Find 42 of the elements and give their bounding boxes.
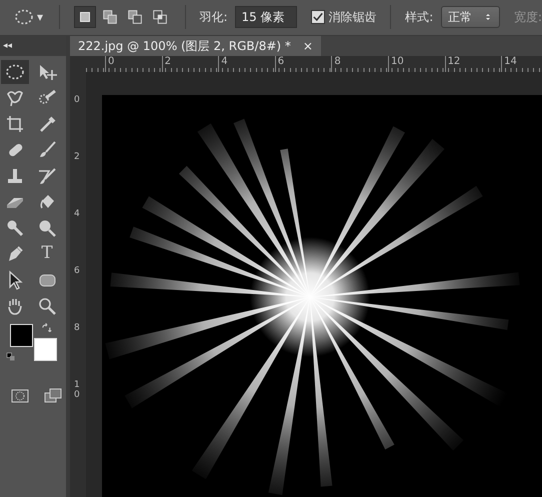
brush-icon — [37, 140, 57, 160]
width-label: 宽度: — [514, 9, 542, 26]
zoom-icon — [37, 296, 57, 316]
overlapping-squares-icon — [150, 8, 169, 26]
feather-field[interactable]: 15 像素 — [235, 6, 298, 28]
brush-icon — [37, 166, 57, 186]
document-tab[interactable]: 222.jpg @ 100% (图层 2, RGB/8#) * × — [70, 36, 321, 56]
ruler-label: 4 — [218, 56, 275, 72]
default-colors-icon[interactable] — [6, 352, 16, 362]
ruler-label: 2 — [74, 152, 81, 164]
ruler-label: 0 — [105, 56, 162, 72]
foreground-color-swatch[interactable] — [10, 324, 33, 347]
feather-label: 羽化: — [199, 9, 228, 26]
collapse-panel-button[interactable]: ◂◂ — [0, 36, 66, 56]
ruler-label: 2 — [162, 56, 218, 72]
magnifier-icon — [37, 218, 57, 238]
ruler-label: 10 — [388, 56, 445, 72]
antialias-label: 消除锯齿 — [328, 9, 376, 26]
ruler-label: 12 — [444, 56, 502, 72]
ellipse-icon — [5, 62, 25, 82]
ruler-label: 6 — [74, 266, 81, 278]
tool-button[interactable]: T — [33, 242, 61, 266]
ruler-label: 0 — [74, 96, 81, 107]
ruler-label: 4 — [74, 210, 81, 221]
style-dropdown[interactable]: 正常 — [441, 6, 500, 28]
close-button[interactable]: × — [302, 36, 313, 56]
selection-mode-button[interactable] — [74, 6, 96, 28]
ellipse-icon — [14, 7, 34, 28]
overlapping-squares-icon — [126, 8, 144, 26]
tool-button[interactable] — [1, 60, 29, 84]
style-label: 样式: — [405, 9, 434, 26]
ruler-label: 14 — [501, 56, 542, 72]
background-color-swatch[interactable] — [34, 338, 57, 361]
caret-icon: ▾ — [37, 8, 44, 26]
crop-icon — [5, 114, 25, 134]
antialias-checkbox[interactable] — [311, 10, 326, 24]
ruler-label: 6 — [274, 56, 332, 72]
ruler-label: 8 — [331, 56, 388, 72]
ruler-label: 8 — [74, 324, 81, 335]
overlapping-squares-icon — [100, 8, 119, 26]
ruler-label: 10 — [74, 380, 81, 402]
tool-preset-picker[interactable]: ▾ — [12, 6, 46, 28]
